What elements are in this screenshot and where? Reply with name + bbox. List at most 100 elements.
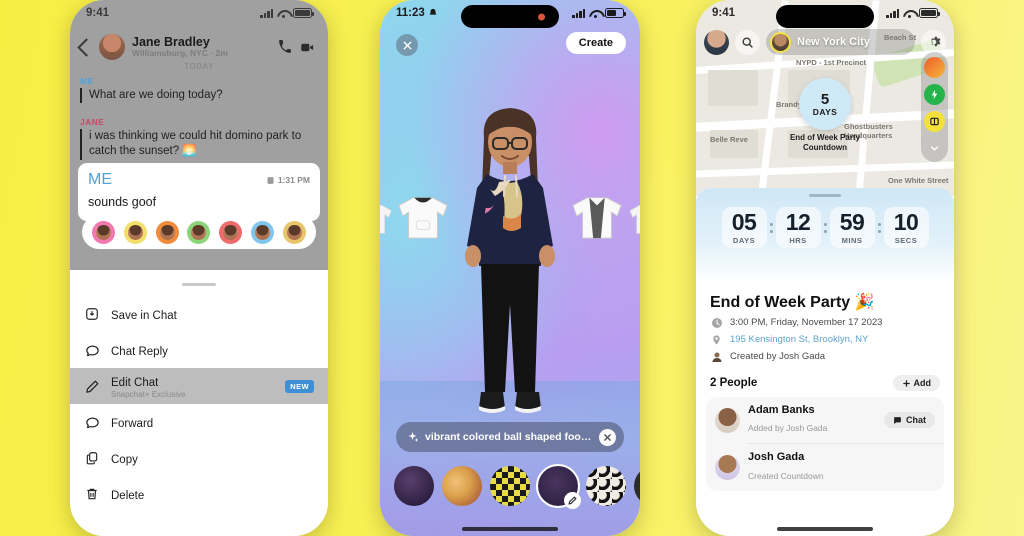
countdown-unit: HRS: [789, 236, 807, 246]
reaction-sun[interactable]: [282, 220, 306, 244]
saved-icon: [267, 176, 274, 184]
create-button[interactable]: Create: [565, 32, 626, 54]
status-time: 9:41: [712, 7, 736, 19]
sheet-grabber[interactable]: [182, 283, 216, 287]
pencil-icon: [84, 378, 100, 394]
menu-item-copy[interactable]: Copy: [70, 440, 328, 476]
video-call-icon[interactable]: [296, 36, 318, 58]
plus-icon: [902, 379, 910, 387]
trash-icon: [84, 486, 100, 502]
person-subtitle: Created Countdown: [748, 470, 824, 481]
chevron-down-icon[interactable]: [924, 138, 945, 159]
menu-item-label: Chat Reply: [111, 345, 168, 358]
message-me[interactable]: ME What are we doing today?: [80, 76, 318, 104]
friend-bitmoji-icon[interactable]: [770, 31, 791, 53]
hoodie-item-white-pullover[interactable]: [394, 190, 452, 242]
reaction-fire[interactable]: [155, 220, 179, 244]
sticker-carousel[interactable]: [384, 464, 640, 509]
menu-item-text: Chat Reply: [111, 342, 314, 360]
countdown-value: 12: [785, 209, 811, 236]
hoodie-item-edge-right[interactable]: [626, 192, 640, 244]
edit-sticker-button[interactable]: [564, 492, 581, 509]
reaction-heart[interactable]: [92, 220, 116, 244]
menu-item-forward[interactable]: Forward: [70, 404, 328, 440]
sheet-grabber[interactable]: [809, 194, 841, 198]
menu-item-sublabel: Snapchat+ Exclusive: [111, 389, 186, 399]
settings-button[interactable]: [921, 29, 946, 55]
friend-activity-icon[interactable]: [924, 84, 945, 105]
countdown-value: 59: [839, 209, 865, 236]
list-item[interactable]: Adam Banks Added by Josh Gada Chat: [706, 397, 944, 443]
add-people-button[interactable]: Add: [892, 375, 940, 391]
hoodie-item-white-zip[interactable]: [568, 190, 626, 242]
people-count: 2 People: [710, 377, 758, 389]
hoodie-item-edge-left[interactable]: [380, 192, 394, 244]
map-city-label: New York City: [797, 36, 870, 48]
phone2-screen: 11:23 Create vibrant colored ball shaped…: [380, 0, 640, 536]
countdown-separator: [823, 222, 827, 233]
sticker-edge[interactable]: [634, 466, 640, 506]
map-side-rail[interactable]: [921, 52, 948, 162]
countdown-separator: [769, 222, 773, 233]
reaction-cactus[interactable]: [187, 220, 211, 244]
wifi-icon: [277, 9, 289, 18]
battery-icon: [919, 8, 940, 18]
selected-message-header: ME 1:31 PM: [88, 171, 310, 189]
chat-header-text: Jane Bradley Williamsburg, NYC · 2m: [132, 35, 274, 59]
search-button[interactable]: [735, 29, 760, 55]
selected-message[interactable]: ME 1:31 PM sounds goof: [78, 163, 320, 221]
menu-item-edit-chat[interactable]: Edit Chat Snapchat+ Exclusive NEW: [70, 368, 328, 405]
reaction-row[interactable]: [82, 215, 316, 249]
menu-item-chat-reply[interactable]: Chat Reply: [70, 332, 328, 368]
reaction-cool[interactable]: [250, 220, 274, 244]
phone-chat: 9:41 Jane Bradley Williamsburg, NYC · 2m: [70, 0, 328, 536]
places-icon[interactable]: [924, 111, 945, 132]
wifi-icon: [589, 9, 601, 18]
sparkle-icon: [408, 432, 419, 442]
phone-call-icon[interactable]: [274, 36, 296, 58]
status-time-group: 11:23: [396, 7, 438, 19]
status-time: 11:23: [396, 7, 425, 19]
sticker-food-plate[interactable]: [536, 464, 581, 509]
map-label: One White Street: [888, 176, 949, 185]
menu-item-text: Delete: [111, 486, 314, 504]
cellular-signal-icon: [886, 8, 899, 18]
clear-prompt-button[interactable]: [599, 428, 616, 446]
message-text: What are we doing today?: [80, 88, 318, 104]
sticker-dark-floral[interactable]: [394, 466, 434, 506]
menu-item-delete[interactable]: Delete: [70, 476, 328, 512]
close-button[interactable]: [396, 34, 418, 56]
ai-prompt-bar[interactable]: vibrant colored ball shaped food p...: [396, 422, 624, 452]
back-chevron-icon[interactable]: [77, 37, 96, 57]
event-location-row[interactable]: 195 Kensington St, Brooklyn, NY: [696, 329, 954, 346]
reaction-balloon[interactable]: [219, 220, 243, 244]
list-item[interactable]: Josh Gada Created Countdown: [706, 444, 944, 490]
timestamp-text: 1:31 PM: [277, 175, 310, 185]
sticker-yellow-crown[interactable]: [490, 466, 530, 506]
city-pill[interactable]: New York City: [766, 29, 915, 55]
status-icons: [886, 8, 940, 18]
menu-item-text: Save in Chat: [111, 306, 314, 324]
avatar[interactable]: [99, 34, 125, 60]
sticker-colorful-confetti[interactable]: [442, 466, 482, 506]
wifi-icon: [903, 9, 915, 18]
battery-icon: [293, 8, 314, 18]
dynamic-island: [776, 5, 874, 28]
person-info: Josh Gada Created Countdown: [748, 451, 935, 483]
status-icons: [260, 8, 314, 18]
bitmoji-avatar[interactable]: [451, 96, 569, 426]
heat-map-icon[interactable]: [924, 57, 945, 78]
status-time: 9:41: [86, 7, 110, 19]
map-block: [708, 70, 758, 106]
message-sender-label: ME: [80, 76, 94, 86]
reaction-halo[interactable]: [124, 220, 148, 244]
chat-button[interactable]: Chat: [884, 412, 935, 429]
message-jane[interactable]: JANE i was thinking we could hit domino …: [80, 117, 318, 160]
countdown-map-bubble[interactable]: 5 DAYS: [799, 78, 851, 130]
profile-avatar[interactable]: [704, 29, 729, 55]
countdown-unit: SECS: [894, 236, 918, 246]
menu-item-save-in-chat[interactable]: Save in Chat: [70, 296, 328, 332]
status-icons: [572, 8, 626, 18]
countdown-minutes: 59 MINS: [829, 207, 875, 249]
sticker-white-balls[interactable]: [586, 466, 626, 506]
